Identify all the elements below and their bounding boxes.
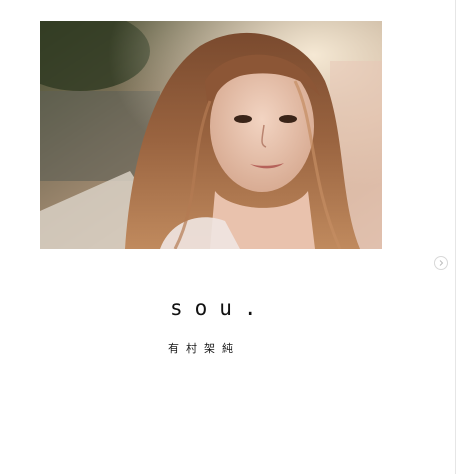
book-title: sou. xyxy=(170,296,269,320)
portrait-image xyxy=(40,21,382,249)
next-photo-button[interactable] xyxy=(434,256,448,270)
chevron-right-icon xyxy=(439,260,444,266)
cover-photo xyxy=(40,21,382,249)
comments-panel xyxy=(456,0,474,474)
instagram-post-view: sou. 有村架純 xyxy=(0,0,474,474)
author-name: 有村架純 xyxy=(168,342,240,355)
post-media-area: sou. 有村架純 xyxy=(0,0,455,474)
